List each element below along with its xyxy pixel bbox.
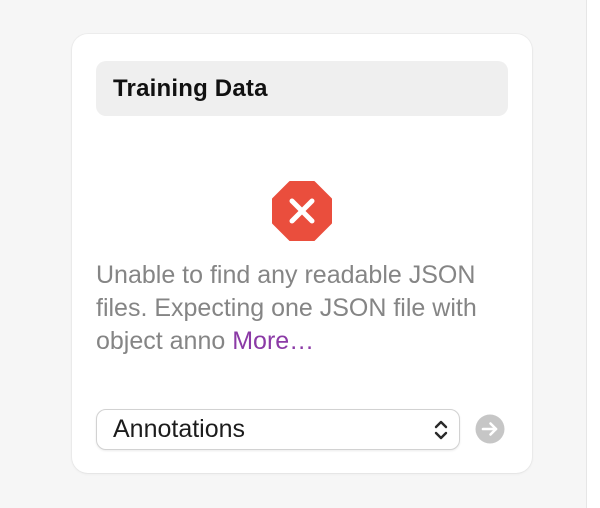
arrow-right-circle-icon[interactable] — [475, 414, 505, 444]
training-data-card: Training Data Unable to find any readabl… — [72, 34, 532, 473]
adjacent-panel-edge — [586, 0, 600, 508]
annotations-popup-button[interactable]: Annotations — [96, 409, 460, 450]
annotations-popup-value: Annotations — [113, 415, 246, 443]
training-data-title-field[interactable]: Training Data — [96, 61, 508, 116]
chevron-up-down-icon — [433, 418, 449, 442]
error-stop-icon — [272, 181, 332, 241]
more-link[interactable]: More… — [232, 327, 314, 355]
error-message: Unable to find any readable JSON files. … — [96, 259, 516, 358]
card-title: Training Data — [113, 74, 268, 102]
